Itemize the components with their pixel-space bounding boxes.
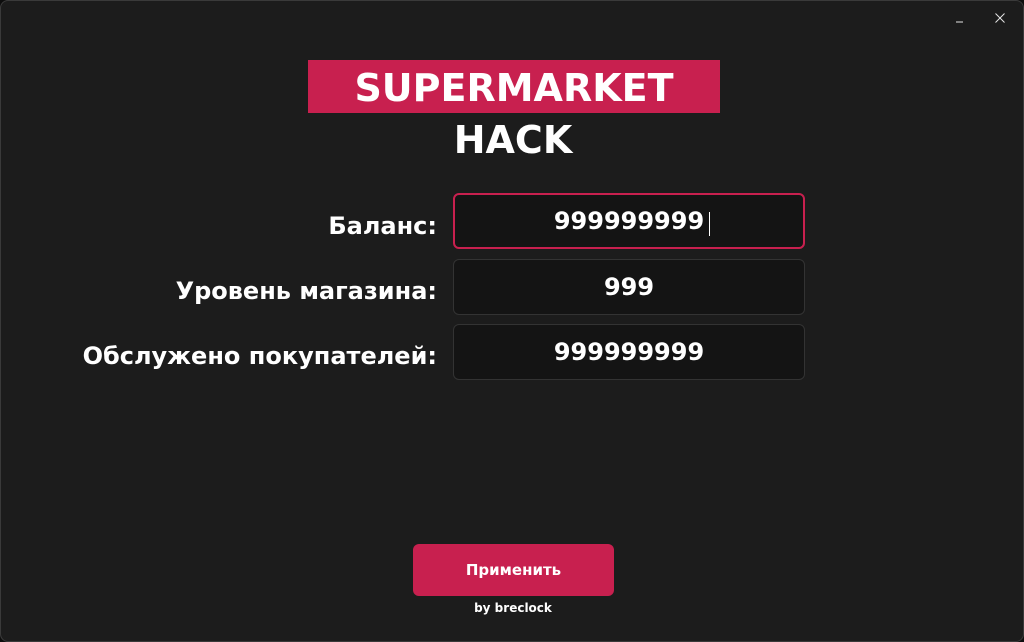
balance-label: Баланс: — [328, 212, 437, 240]
close-button[interactable] — [987, 7, 1013, 29]
author-credit: by breclock — [474, 601, 552, 615]
text-caret — [709, 212, 710, 236]
logo-banner: SUPERMARKET — [308, 60, 720, 113]
app-window: SUPERMARKET HACK Баланс: Уровень магазин… — [0, 0, 1024, 642]
customers-served-input[interactable] — [454, 338, 804, 366]
logo-title: SUPERMARKET — [354, 66, 674, 110]
store-level-field-container[interactable] — [453, 259, 805, 315]
window-controls — [947, 7, 1013, 29]
store-level-label: Уровень магазина: — [175, 277, 437, 305]
balance-input[interactable] — [455, 207, 803, 235]
balance-field-container[interactable] — [453, 193, 805, 249]
close-icon — [995, 13, 1005, 23]
store-level-input[interactable] — [454, 273, 804, 301]
minimize-icon — [956, 21, 963, 23]
apply-button[interactable]: Применить — [413, 544, 614, 596]
customers-served-label: Обслужено покупателей: — [82, 342, 437, 370]
minimize-button[interactable] — [947, 7, 973, 29]
customers-served-field-container[interactable] — [453, 324, 805, 380]
logo-subtitle: HACK — [453, 118, 573, 162]
